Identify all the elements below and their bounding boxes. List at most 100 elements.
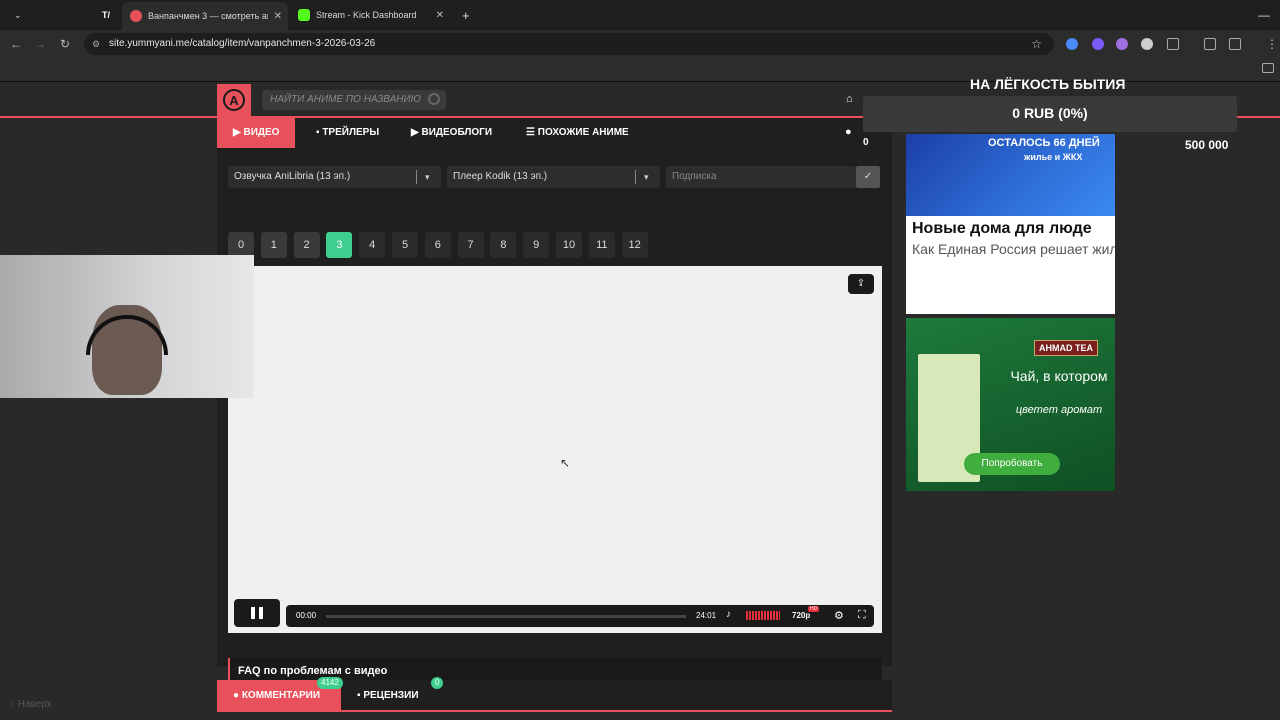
extension-icon[interactable] xyxy=(1116,38,1128,50)
tab-videoblogs-label: ВИДЕОБЛОГИ xyxy=(421,127,493,138)
tab-kick[interactable]: Stream - Kick Dashboard ✕ xyxy=(290,4,450,26)
episode-button[interactable]: 6 xyxy=(424,232,451,258)
translate-icon[interactable] xyxy=(1204,38,1216,50)
subscribe-input[interactable]: Подписка xyxy=(666,166,856,188)
tab-list-button[interactable]: ⌄ xyxy=(6,4,22,26)
donation-goal: 500 000 xyxy=(1185,138,1229,152)
tab-similar-label: ПОХОЖИЕ АНИМЕ xyxy=(537,127,629,138)
episode-button[interactable]: 12 xyxy=(621,232,648,258)
site-favicon-icon xyxy=(130,10,142,22)
comments-tabs: ● КОММЕНТАРИИ 4142 ▪ РЕЦЕНЗИИ 0 xyxy=(217,677,892,712)
player-controls: 00:00 24:01 ♪ 720p HD ⚙ ⛶ xyxy=(286,605,874,627)
subscribe-button[interactable]: ✓ xyxy=(856,166,880,188)
video-player[interactable]: ⇪ ↖ 00:00 24:01 ♪ 720p HD ⚙ ⛶ xyxy=(228,266,882,633)
tab-comments-label: КОММЕНТАРИИ xyxy=(241,690,321,701)
ad1-image: ОСТАЛОСЬ 66 ДНЕЙ жилье и ЖКХ xyxy=(906,134,1115,216)
menu-icon[interactable]: ⋮ xyxy=(1266,37,1278,51)
home-icon[interactable]: ⌂ xyxy=(846,93,853,105)
cursor-icon: ↖ xyxy=(560,456,571,470)
webcam-overlay xyxy=(0,255,254,398)
forward-icon[interactable]: → xyxy=(34,37,46,51)
fullscreen-icon[interactable]: ⛶ xyxy=(858,609,866,622)
dub-select-value: Озвучка AniLibria (13 эп.) xyxy=(234,171,351,182)
chevron-down-icon: ▾ xyxy=(644,172,649,182)
pinned-tab-2[interactable] xyxy=(62,4,84,26)
pinned-tab-3[interactable]: T/ xyxy=(94,4,116,26)
close-tab-icon[interactable]: ✕ xyxy=(274,11,282,22)
bookmark-star-icon[interactable]: ☆ xyxy=(1031,33,1042,55)
tab-reviews[interactable]: ▪ РЕЦЕНЗИИ xyxy=(341,680,435,712)
pause-button[interactable] xyxy=(234,599,280,627)
ad2-text: Чай, в котором xyxy=(1010,368,1108,384)
lightbulb-icon[interactable]: ● xyxy=(845,126,852,138)
tab-title: Stream - Kick Dashboard xyxy=(316,10,417,20)
back-icon[interactable]: ← xyxy=(10,37,22,51)
ad1-title: Новые дома для люде xyxy=(912,220,1092,237)
time-current: 00:00 xyxy=(296,611,317,620)
new-tab-button[interactable]: + xyxy=(454,4,474,26)
episode-button[interactable]: 7 xyxy=(457,232,484,258)
tab-similar[interactable]: ☰ ПОХОЖИЕ АНИМЕ xyxy=(510,118,645,148)
donation-title: НА ЛЁГКОСТЬ БЫТИЯ xyxy=(970,76,1126,92)
volume-slider[interactable] xyxy=(746,611,780,620)
kick-favicon-icon xyxy=(298,9,310,21)
share-icon[interactable]: ⇪ xyxy=(848,274,874,294)
tab-reviews-label: РЕЦЕНЗИИ xyxy=(363,690,419,701)
dub-select[interactable]: Озвучка AniLibria (13 эп.) ▾ xyxy=(228,166,441,188)
episode-button[interactable]: 4 xyxy=(359,232,386,258)
extension-icon[interactable] xyxy=(1092,38,1104,50)
minimize-icon[interactable]: — xyxy=(1250,4,1270,26)
episode-button[interactable]: 1 xyxy=(260,232,287,258)
notification-count: 0 xyxy=(863,137,869,148)
ad2-brand-logo: AHMAD TEA xyxy=(1034,340,1098,356)
pinned-tab-1[interactable] xyxy=(30,4,52,26)
extension-icon[interactable] xyxy=(1141,38,1153,50)
check-icon: ✓ xyxy=(863,171,873,182)
progress-bar[interactable] xyxy=(326,615,686,618)
tab-trailers-label: ТРЕЙЛЕРЫ xyxy=(322,127,380,138)
ad2-try-button[interactable]: Попробовать xyxy=(964,453,1060,475)
player-select-value: Плеер Kodik (13 эп.) xyxy=(453,171,548,182)
search-input[interactable]: НАЙТИ АНИМЕ ПО НАЗВАНИЮ xyxy=(262,90,446,110)
episode-button[interactable]: 9 xyxy=(523,232,550,258)
tab-active[interactable]: Ванпанчмен 3 — смотреть ан ✕ xyxy=(122,2,288,30)
url-text: site.yummyani.me/catalog/item/vanpanchme… xyxy=(109,38,376,49)
episode-button[interactable]: 5 xyxy=(392,232,418,258)
tab-trailers[interactable]: ▪ ТРЕЙЛЕРЫ xyxy=(300,118,395,148)
close-tab-icon[interactable]: ✕ xyxy=(436,10,444,21)
volume-icon[interactable]: ♪ xyxy=(726,609,731,620)
episode-button[interactable]: 11 xyxy=(588,232,615,258)
episode-button[interactable]: 2 xyxy=(293,232,320,258)
tab-video[interactable]: ▶ ВИДЕО xyxy=(217,118,296,148)
site-info-icon[interactable]: ⚙ xyxy=(92,33,100,55)
ad-banner-2[interactable]: AHMAD TEA Чай, в котором цветет аромат П… xyxy=(906,318,1115,491)
quality-select[interactable]: 720p xyxy=(792,611,810,620)
donation-bar: 0 RUB (0%) xyxy=(863,96,1237,132)
settings-gear-icon[interactable]: ⚙ xyxy=(834,609,844,622)
comments-count-badge: 4142 xyxy=(317,677,343,689)
sidebar-icon[interactable] xyxy=(1229,38,1241,50)
content-tabs: ▶ ВИДЕО ▪ ТРЕЙЛЕРЫ ▶ ВИДЕОБЛОГИ ☰ ПОХОЖИ… xyxy=(217,118,892,148)
back-to-top-link[interactable]: ↑ Наверх xyxy=(10,699,52,710)
extensions-puzzle-icon[interactable] xyxy=(1167,38,1179,50)
chevron-down-icon: ▾ xyxy=(425,172,430,182)
tab-title: Ванпанчмен 3 — смотреть ан xyxy=(148,11,268,21)
extension-icon[interactable] xyxy=(1066,38,1078,50)
reviews-count-badge: 0 xyxy=(431,677,444,689)
ad1-text: Как Единая Россия решает жилищную пробле… xyxy=(912,242,1115,257)
address-bar-row: ← → ↻ ⚙ site.yummyani.me/catalog/item/va… xyxy=(0,30,1280,58)
url-field[interactable]: ⚙ site.yummyani.me/catalog/item/vanpanch… xyxy=(84,33,1054,55)
search-icon[interactable] xyxy=(428,93,440,105)
ad-banner-1[interactable]: ОСТАЛОСЬ 66 ДНЕЙ жилье и ЖКХ Новые дома … xyxy=(906,134,1115,314)
quality-badge: HD xyxy=(808,606,820,612)
anime-main-panel: ▶ ВИДЕО ▪ ТРЕЙЛЕРЫ ▶ ВИДЕОБЛОГИ ☰ ПОХОЖИ… xyxy=(217,118,892,684)
reload-icon[interactable]: ↻ xyxy=(60,37,70,51)
episode-button[interactable]: 10 xyxy=(556,232,582,258)
tab-video-label: ВИДЕО xyxy=(243,127,280,138)
folder-icon[interactable] xyxy=(1262,63,1274,73)
player-select[interactable]: Плеер Kodik (13 эп.) ▾ xyxy=(447,166,660,188)
episode-button[interactable]: 3 xyxy=(326,232,353,258)
episode-button[interactable]: 8 xyxy=(490,232,517,258)
tab-videoblogs[interactable]: ▶ ВИДЕОБЛОГИ xyxy=(395,118,508,148)
site-logo[interactable]: A xyxy=(217,84,251,116)
